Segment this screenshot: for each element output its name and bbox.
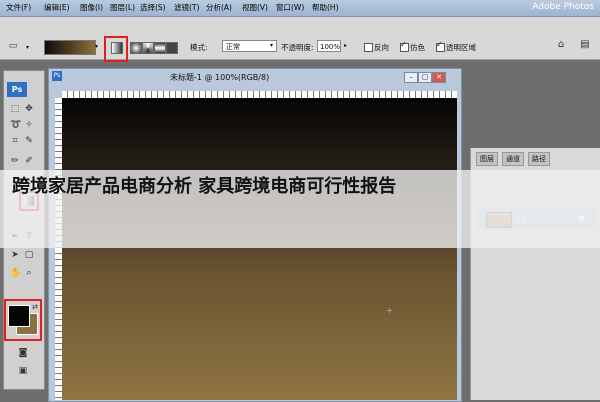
app-title: Adobe Photos [532, 2, 594, 12]
menu-file[interactable]: 文件(F) [6, 2, 31, 13]
linear-gradient-button[interactable] [111, 42, 123, 54]
mode-label: 模式: [190, 43, 208, 52]
panel-toggle-icon[interactable]: ▤ [580, 40, 590, 50]
pencil-tool-icon[interactable]: ✐ [24, 156, 34, 166]
document-ps-icon: Ps [52, 71, 62, 81]
diamond-gradient-button[interactable] [166, 42, 178, 54]
horizontal-ruler [62, 91, 457, 98]
menu-layer[interactable]: 图层(L) [110, 2, 135, 13]
menu-help[interactable]: 帮助(H) [312, 2, 339, 13]
eyedropper-icon[interactable]: ✎ [24, 136, 34, 146]
banner-title: 跨境家居产品电商分析 家具跨境电商可行性报告 [12, 176, 397, 197]
magic-wand-icon[interactable]: ✧ [24, 120, 34, 130]
ps-logo: Ps [7, 82, 27, 97]
screen-mode-icon[interactable]: ▣ [18, 366, 28, 376]
foreground-color-swatch[interactable] [8, 305, 30, 327]
reverse-label: 反向 [374, 43, 389, 52]
opacity-slider-icon[interactable]: ▸ [344, 42, 347, 49]
move-tool-icon[interactable]: ✥ [24, 104, 34, 114]
check-icon: ✓ [400, 40, 407, 49]
hand-tool-icon[interactable]: ✋ [10, 268, 21, 278]
check-icon: ✓ [436, 40, 443, 49]
marquee-tool-icon[interactable]: ⬚ [10, 104, 20, 114]
path-select-icon[interactable]: ➤ [10, 250, 20, 260]
menu-edit[interactable]: 编辑(E) [44, 2, 70, 13]
menu-filter[interactable]: 滤镜(T) [174, 2, 199, 13]
swap-colors-icon[interactable]: ⇄ [30, 302, 40, 312]
zoom-tool-icon[interactable]: ⌕ [24, 268, 34, 278]
lasso-tool-icon[interactable]: ➰ [10, 120, 21, 130]
reverse-checkbox[interactable] [364, 43, 373, 52]
gradient-tool-icon[interactable]: ▭ [8, 41, 18, 51]
opacity-input[interactable]: 100% [317, 40, 341, 52]
crosshair-cursor-icon: + [386, 306, 393, 315]
quick-mask-icon[interactable]: ◙ [18, 348, 28, 358]
workspace-icon[interactable]: ⌂ [556, 40, 566, 50]
transparency-label: 透明区域 [446, 43, 476, 52]
shape-tool-icon[interactable]: ▢ [24, 250, 34, 260]
angle-gradient-button[interactable] [142, 42, 154, 54]
menu-image[interactable]: 图像(I) [80, 2, 103, 13]
dither-label: 仿色 [410, 43, 425, 52]
vertical-ruler [55, 98, 62, 400]
close-button[interactable]: ✕ [432, 72, 446, 83]
opacity-label: 不透明度: [281, 43, 314, 52]
menu-window[interactable]: 窗口(W) [276, 2, 304, 13]
mode-select[interactable]: 正常 [222, 40, 277, 52]
tool-preset-dropdown-icon[interactable]: ▾ [26, 44, 29, 51]
tab-layers[interactable]: 图层 [476, 152, 498, 166]
gradient-picker[interactable] [44, 40, 96, 55]
reflected-gradient-button[interactable] [154, 42, 166, 54]
menu-view[interactable]: 视图(V) [242, 2, 268, 13]
menu-select[interactable]: 选择(S) [140, 2, 166, 13]
chevron-down-icon[interactable]: ▾ [270, 42, 273, 49]
maximize-button[interactable]: ▢ [418, 72, 432, 83]
radial-gradient-button[interactable] [130, 42, 142, 54]
tab-paths[interactable]: 路径 [528, 152, 550, 166]
menu-analysis[interactable]: 分析(A) [206, 2, 232, 13]
tab-channels[interactable]: 通道 [502, 152, 524, 166]
crop-tool-icon[interactable]: ⌗ [10, 136, 20, 146]
document-title: 未标题-1 @ 100%(RGB/8) [170, 73, 270, 82]
gradient-dropdown-icon[interactable]: ▾ [95, 43, 98, 50]
canvas[interactable] [62, 98, 457, 400]
brush-tool-icon[interactable]: ✏ [10, 156, 20, 166]
minimize-button[interactable]: – [404, 72, 418, 83]
